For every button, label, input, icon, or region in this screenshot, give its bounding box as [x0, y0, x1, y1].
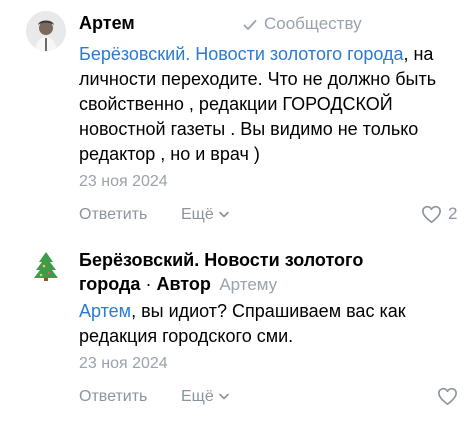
author-badge: Автор	[156, 274, 211, 294]
avatar[interactable]	[26, 245, 66, 285]
reply-target-name[interactable]: Сообществу	[264, 14, 362, 33]
heart-icon	[421, 205, 442, 224]
avatar[interactable]	[26, 11, 66, 51]
like-button[interactable]: 2	[421, 204, 457, 224]
author-separator: ·	[140, 274, 157, 294]
comment-date: 23 ноя 2024	[79, 173, 168, 190]
reply-target-name[interactable]: Артему	[219, 275, 277, 294]
chevron-down-icon	[219, 211, 229, 218]
more-button[interactable]: Ещё	[181, 206, 229, 224]
chevron-down-icon	[219, 393, 229, 400]
comment-author[interactable]: Берёзовский. Новости золотого	[79, 250, 363, 271]
more-button-label: Ещё	[181, 206, 214, 223]
community-link[interactable]: Берёзовский. Новости золотого города	[79, 44, 403, 64]
comment-author-continued[interactable]: города	[79, 274, 140, 294]
reply-button[interactable]: Ответить	[79, 206, 147, 224]
comment-author[interactable]: Артем	[79, 13, 135, 34]
author-line: города · Автор Артему	[79, 274, 277, 295]
heart-icon	[437, 387, 458, 406]
christmas-tree-icon	[34, 252, 58, 281]
comment-date: 23 ноя 2024	[79, 355, 168, 372]
reply-target: Сообществу	[243, 14, 362, 34]
like-button[interactable]	[437, 387, 458, 411]
more-button-label: Ещё	[181, 388, 214, 405]
comment-text: Берёзовский. Новости золотого города, на…	[79, 42, 464, 167]
mention-link[interactable]: Артем	[79, 301, 131, 321]
user-photo-icon	[26, 11, 66, 51]
like-count: 2	[448, 204, 458, 223]
reply-button[interactable]: Ответить	[79, 388, 147, 406]
comment-text: Артем, вы идиот? Спрашиваем вас как реда…	[79, 299, 464, 349]
checkmark-icon	[243, 19, 257, 31]
more-button[interactable]: Ещё	[181, 388, 229, 406]
